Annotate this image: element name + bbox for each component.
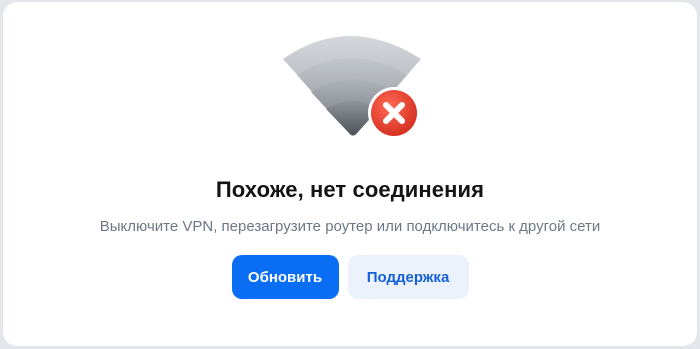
connection-error-card: Похоже, нет соединения Выключите VPN, пе… xyxy=(3,2,697,346)
support-button[interactable]: Поддержка xyxy=(347,255,469,299)
refresh-button[interactable]: Обновить xyxy=(231,255,339,299)
error-title: Похоже, нет соединения xyxy=(215,177,485,202)
error-description: Выключите VPN, перезагрузите роутер или … xyxy=(99,218,601,235)
error-actions: Обновить Поддержка xyxy=(3,255,697,299)
no-connection-illustration xyxy=(283,36,421,139)
error-x-icon xyxy=(368,87,420,139)
